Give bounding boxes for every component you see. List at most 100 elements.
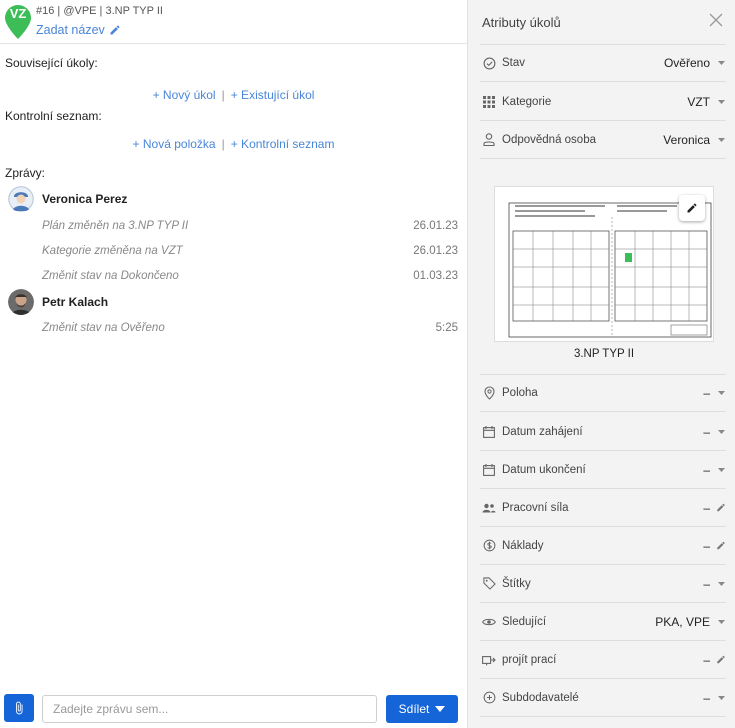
related-tasks-links: + Nový úkol | + Existující úkol <box>0 88 467 102</box>
attach-button[interactable] <box>4 694 34 722</box>
attr-row-tags[interactable]: Štítky – <box>480 565 726 603</box>
attr-row-costs[interactable]: Náklady – <box>480 527 726 565</box>
attr-row-workforce[interactable]: Pracovní síla – <box>480 489 726 527</box>
chevron-down-icon <box>716 429 726 434</box>
workflow-icon <box>482 653 496 667</box>
attr-value: – <box>703 652 710 667</box>
edit-plan-button[interactable] <box>679 195 705 221</box>
link-separator: | <box>221 88 225 102</box>
pencil-icon <box>716 654 726 665</box>
chevron-down-icon <box>716 467 726 472</box>
attr-label: Náklady <box>502 539 544 552</box>
attr-row-status[interactable]: Stav Ověřeno <box>480 44 726 82</box>
share-button[interactable]: Sdílet <box>386 695 458 723</box>
attr-label: Kategorie <box>502 95 552 108</box>
author-name: Petr Kalach <box>42 295 109 309</box>
attr-row-location[interactable]: Poloha – <box>480 374 726 412</box>
pencil-icon <box>716 540 726 551</box>
message-input[interactable] <box>42 695 377 723</box>
avatar <box>8 289 34 315</box>
close-icon[interactable] <box>709 13 723 27</box>
paperclip-icon <box>16 701 23 715</box>
location-pin-icon <box>482 386 496 400</box>
plan-caption: 3.NP TYP II <box>573 348 635 360</box>
link-separator: | <box>221 137 225 151</box>
attr-label: Datum ukončení <box>502 463 586 476</box>
attr-label: Subdodavatelé <box>502 691 579 704</box>
checklist-links: + Nová položka | + Kontrolní seznam <box>0 137 467 151</box>
attr-label: Stav <box>502 57 526 69</box>
attr-row-category[interactable]: Kategorie VZT <box>480 83 726 121</box>
task-attributes-panel: Atributy úkolů Stav Ověřeno Kategorie VZ… <box>467 0 735 728</box>
grid-icon <box>482 95 496 109</box>
attr-row-end-date[interactable]: Datum ukončení – <box>480 451 726 489</box>
message-entry: Změnit stav na Dokončeno 01.03.23 <box>42 270 458 282</box>
attr-row-responsible-person[interactable]: Odpovědná osoba Veronica <box>480 121 726 159</box>
chevron-down-icon <box>716 137 726 142</box>
share-label: Sdílet <box>398 702 430 716</box>
attr-label: Poloha <box>502 387 538 399</box>
new-item-link[interactable]: + Nová položka <box>133 137 216 151</box>
group-icon <box>482 501 496 515</box>
calendar-icon <box>482 463 496 477</box>
message-date: 01.03.23 <box>413 270 458 282</box>
attr-row-workflow[interactable]: projít prací – <box>480 641 726 679</box>
message-text: Změnit stav na Ověřeno <box>42 322 165 334</box>
attr-value: Ověřeno <box>663 56 710 70</box>
chevron-down-icon <box>716 391 726 395</box>
task-header: VZ #16 | @VPE | 3.NP TYP II Zadat název <box>0 0 467 44</box>
attr-value: – <box>703 424 710 439</box>
attr-value: – <box>703 386 710 400</box>
task-detail-window: VZ #16 | @VPE | 3.NP TYP II Zadat název … <box>0 0 735 728</box>
message-author: Veronica Perez <box>8 186 127 212</box>
new-task-link[interactable]: + Nový úkol <box>153 88 216 102</box>
attr-label: Datum zahájení <box>502 425 583 438</box>
chevron-down-icon <box>716 581 726 586</box>
attr-value: VZT <box>687 94 710 109</box>
set-name-label: Zadat název <box>36 23 105 37</box>
message-composer: Sdílet <box>0 690 467 728</box>
attr-value: – <box>703 576 710 591</box>
person-icon <box>482 133 496 147</box>
message-date: 26.01.23 <box>413 220 458 232</box>
caret-down-icon <box>435 706 446 712</box>
dollar-icon <box>482 539 496 553</box>
message-date: 5:25 <box>435 322 458 334</box>
check-circle-icon <box>482 56 496 70</box>
attr-label: Pracovní síla <box>502 501 569 514</box>
checklist-label: Kontrolní seznam: <box>5 109 102 123</box>
message-text: Plán změněn na 3.NP TYP II <box>42 220 189 232</box>
attr-row-followers[interactable]: Sledující PKA, VPE <box>480 603 726 641</box>
related-tasks-label: Související úkoly: <box>5 56 98 70</box>
chevron-down-icon <box>716 695 726 700</box>
messages-label: Zprávy: <box>5 166 46 180</box>
floor-plan-thumbnail[interactable] <box>494 186 714 342</box>
message-date: 26.01.23 <box>413 245 458 257</box>
attr-label: Odpovědná osoba <box>502 133 596 146</box>
chevron-down-icon <box>716 99 726 104</box>
attr-value: – <box>703 690 710 705</box>
pencil-icon <box>110 25 120 35</box>
set-name-link[interactable]: Zadat název <box>36 23 121 37</box>
calendar-icon <box>482 425 496 439</box>
attr-value: – <box>703 462 710 477</box>
attr-value: – <box>703 538 710 553</box>
message-author: Petr Kalach <box>8 289 108 315</box>
tag-icon <box>482 577 496 591</box>
task-main-pane: VZ #16 | @VPE | 3.NP TYP II Zadat název … <box>0 0 467 728</box>
attr-label: projít prací <box>502 653 557 666</box>
task-meta: #16 | @VPE | 3.NP TYP II <box>36 5 163 17</box>
avatar <box>8 186 34 212</box>
chevron-down-icon <box>716 619 726 624</box>
existing-task-link[interactable]: + Existující úkol <box>231 88 315 102</box>
checklist-link[interactable]: + Kontrolní seznam <box>231 137 335 151</box>
attr-row-start-date[interactable]: Datum zahájení – <box>480 413 726 451</box>
message-text: Změnit stav na Dokončeno <box>42 270 179 282</box>
pencil-icon <box>716 502 726 513</box>
message-entry: Plán změněn na 3.NP TYP II 26.01.23 <box>42 220 458 232</box>
eye-icon <box>482 615 496 629</box>
attr-row-subcontractors[interactable]: Subdodavatelé – <box>480 679 726 717</box>
chevron-down-icon <box>716 61 726 65</box>
message-entry: Změnit stav na Ověřeno 5:25 <box>42 322 458 334</box>
attr-value: – <box>703 500 710 515</box>
